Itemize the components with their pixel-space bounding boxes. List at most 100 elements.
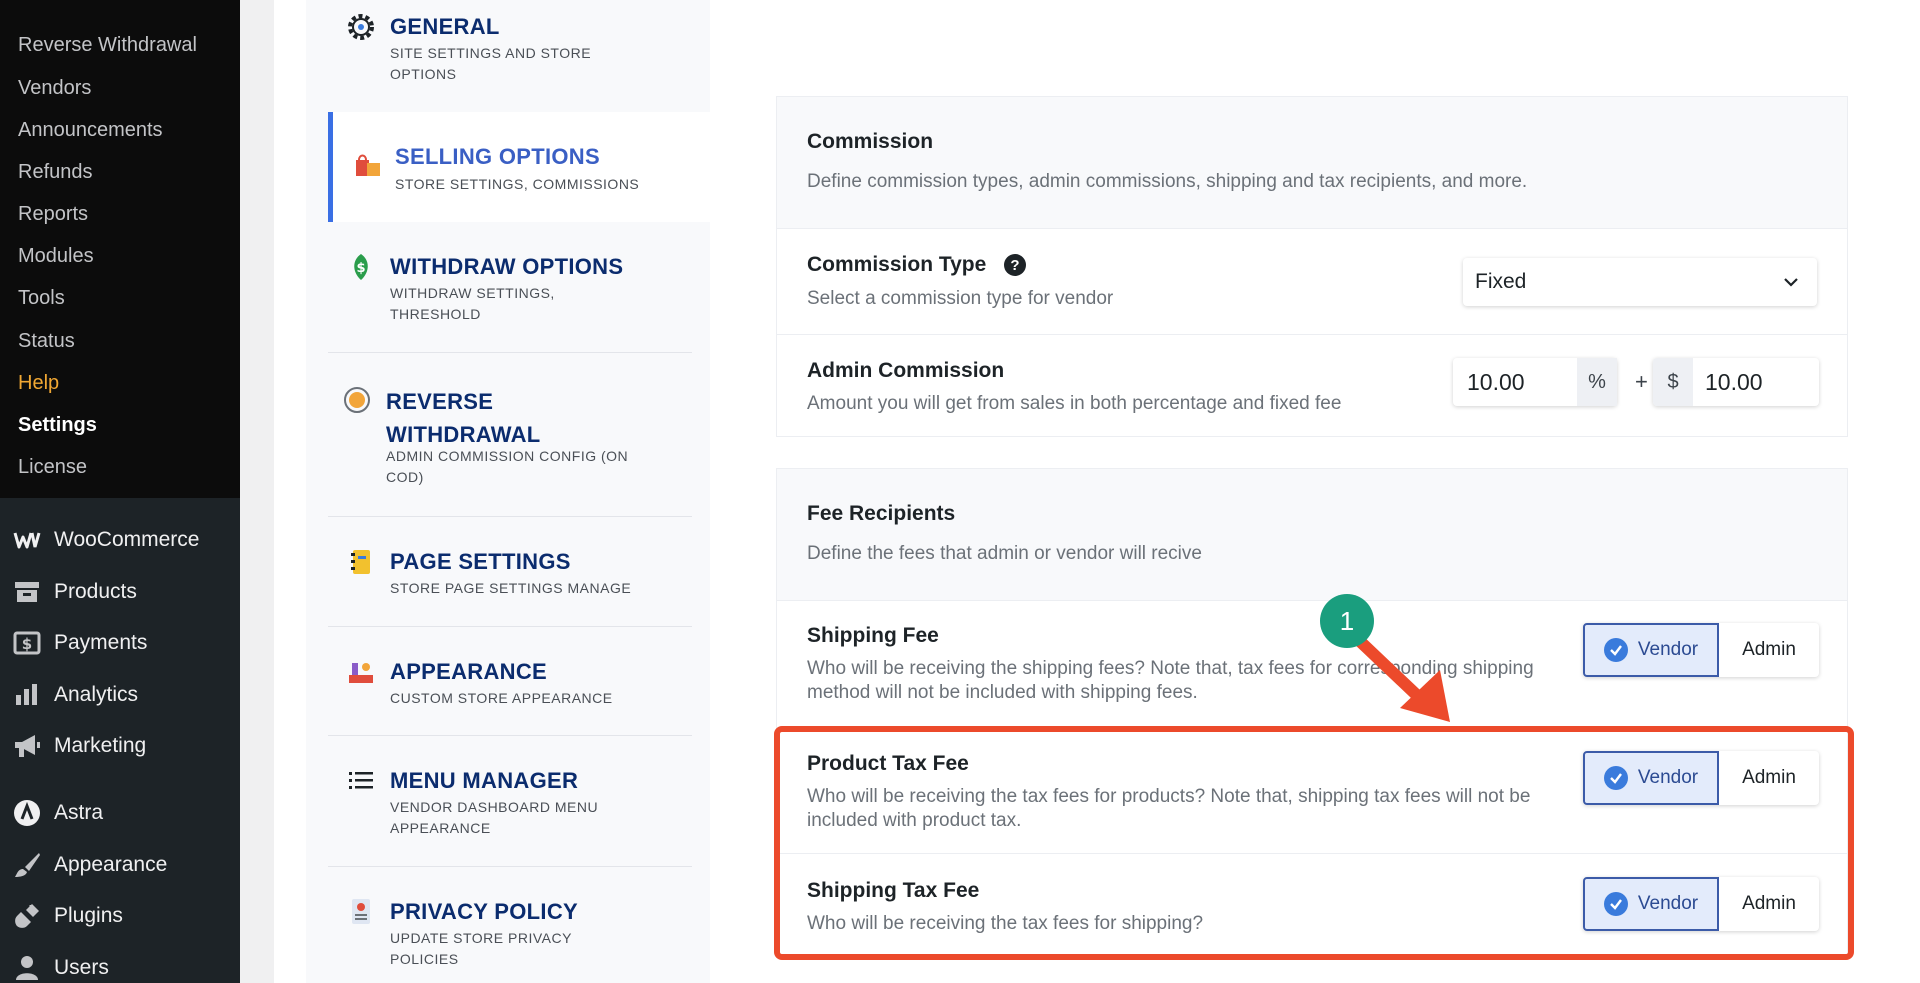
gear-icon — [348, 14, 374, 40]
commission-type-label: Commission Type — [807, 253, 987, 276]
nav-subtitle: ADMIN COMMISSION CONFIG (ON COD) — [386, 448, 629, 485]
divider — [777, 600, 1847, 601]
percent-value: 10.00 — [1467, 368, 1525, 395]
nav-page-settings[interactable]: PAGE SETTINGS STORE PAGE SETTINGS MANAGE — [328, 517, 710, 626]
nav-general[interactable]: GENERAL SITE SETTINGS AND STORE OPTIONS — [328, 0, 710, 112]
menu-payments[interactable]: $ Payments — [12, 623, 147, 663]
percent-commission-input[interactable]: 10.00 % — [1453, 358, 1617, 406]
menu-label: Payments — [54, 631, 148, 654]
submenu-license[interactable]: License — [18, 456, 87, 479]
commission-title: Commission — [807, 130, 934, 153]
submenu-vendors[interactable]: Vendors — [18, 77, 91, 100]
commission-type-description: Select a commission type for vendor — [807, 288, 1114, 309]
nav-title: PAGE SETTINGS — [390, 549, 571, 574]
nav-subtitle: CUSTOM STORE APPEARANCE — [390, 690, 613, 706]
nav-menu-manager[interactable]: MENU MANAGER VENDOR DASHBOARD MENU APPEA… — [328, 736, 710, 866]
svg-text:$: $ — [356, 261, 365, 276]
menu-label: Products — [54, 580, 137, 603]
notebook-icon — [351, 550, 370, 574]
menu-marketing[interactable]: Marketing — [12, 726, 146, 766]
fee-recipients-header: Fee Recipients Define the fees that admi… — [777, 469, 1847, 600]
fee-recipients-description: Define the fees that admin or vendor wil… — [807, 543, 1202, 564]
dollar-card-icon: $ — [12, 628, 42, 658]
astra-icon — [12, 798, 42, 828]
nav-privacy-policy[interactable]: PRIVACY POLICY UPDATE STORE PRIVACY POLI… — [328, 867, 710, 983]
menu-analytics[interactable]: Analytics — [12, 675, 138, 715]
menu-label: Analytics — [54, 683, 139, 706]
submenu-reverse-withdrawal[interactable]: Reverse Withdrawal — [18, 34, 197, 57]
archive-icon — [12, 577, 42, 607]
user-icon — [12, 953, 42, 983]
menu-products[interactable]: Products — [12, 572, 137, 612]
plus-sign: + — [1635, 369, 1648, 394]
divider — [777, 228, 1847, 229]
nav-withdraw-options[interactable]: $ WITHDRAW OPTIONS WITHDRAW SETTINGS, TH… — [328, 222, 710, 352]
admin-sidebar: Reverse Withdrawal Vendors Announcements… — [0, 0, 240, 983]
submenu-help[interactable]: Help — [18, 372, 59, 395]
menu-label: Astra — [54, 801, 104, 824]
commission-header: Commission Define commission types, admi… — [777, 97, 1847, 228]
nav-subtitle: STORE PAGE SETTINGS MANAGE — [390, 580, 632, 596]
menu-label: Marketing — [54, 734, 147, 757]
submenu-settings[interactable]: Settings — [18, 414, 97, 437]
vendor-option-label: Vendor — [1637, 639, 1699, 660]
step-badge: 1 — [1320, 594, 1374, 648]
nav-title: WITHDRAW OPTIONS — [390, 254, 624, 279]
plug-icon — [12, 901, 42, 931]
menu-label: Appearance — [54, 853, 168, 876]
nav-title: REVERSE WITHDRAWAL — [386, 389, 541, 447]
paintbrush-icon — [12, 850, 42, 880]
store-appearance-icon — [349, 663, 373, 683]
submenu-refunds[interactable]: Refunds — [18, 161, 93, 184]
money-leaf-icon: $ — [354, 254, 368, 280]
dollar-unit: $ — [1653, 358, 1693, 406]
menu-label: Plugins — [54, 904, 123, 927]
fixed-commission-input[interactable]: $ 10.00 — [1653, 358, 1819, 406]
commission-type-select[interactable]: Fixed — [1463, 258, 1817, 306]
admin-option[interactable]: Admin — [1719, 623, 1819, 677]
nav-reverse-withdrawal[interactable]: REVERSE WITHDRAWAL ADMIN COMMISSION CONF… — [328, 353, 710, 516]
nav-title: SELLING OPTIONS — [395, 144, 600, 169]
nav-selling-options[interactable]: SELLING OPTIONS STORE SETTINGS, COMMISSI… — [328, 112, 716, 222]
submenu-status[interactable]: Status — [18, 330, 75, 353]
menu-label: Users — [54, 956, 109, 979]
chevron-down-icon — [1784, 278, 1798, 287]
nav-title: GENERAL — [390, 14, 500, 39]
submenu-tools[interactable]: Tools — [18, 287, 65, 310]
shopping-bags-icon — [356, 154, 380, 176]
megaphone-icon — [12, 731, 42, 761]
bar-chart-icon — [12, 680, 42, 710]
admin-commission-description: Amount you will get from sales in both p… — [807, 393, 1342, 414]
menu-users[interactable]: Users — [12, 948, 109, 983]
commission-description: Define commission types, admin commissio… — [807, 171, 1528, 192]
submenu-announcements[interactable]: Announcements — [18, 119, 163, 142]
nav-subtitle: WITHDRAW SETTINGS, THRESHOLD — [390, 285, 555, 322]
menu-label: WooCommerce — [54, 528, 200, 551]
percent-unit: % — [1577, 358, 1617, 406]
menu-astra[interactable]: Astra — [12, 793, 103, 833]
nav-subtitle: STORE SETTINGS, COMMISSIONS — [395, 176, 640, 192]
shipping-fee-label: Shipping Fee — [807, 624, 939, 647]
reverse-coin-icon — [344, 387, 370, 413]
help-icon[interactable]: ? — [1004, 254, 1026, 276]
nav-subtitle: VENDOR DASHBOARD MENU APPEARANCE — [390, 799, 599, 836]
dokan-submenu: Reverse Withdrawal Vendors Announcements… — [0, 0, 240, 498]
submenu-modules[interactable]: Modules — [18, 245, 94, 268]
commission-card: Commission Define commission types, admi… — [776, 96, 1848, 437]
shipping-fee-toggle: Vendor Admin — [1583, 623, 1819, 677]
submenu-reports[interactable]: Reports — [18, 203, 88, 226]
menu-plugins[interactable]: Plugins — [12, 896, 123, 936]
settings-nav: GENERAL SITE SETTINGS AND STORE OPTIONS … — [306, 0, 716, 983]
nav-subtitle: UPDATE STORE PRIVACY POLICIES — [390, 930, 572, 967]
check-icon — [1603, 638, 1628, 662]
woocommerce-icon — [12, 525, 42, 555]
vendor-option[interactable]: Vendor — [1583, 623, 1719, 677]
nav-subtitle: SITE SETTINGS AND STORE OPTIONS — [390, 45, 592, 82]
nav-appearance[interactable]: APPEARANCE CUSTOM STORE APPEARANCE — [328, 627, 710, 735]
nav-title: APPEARANCE — [390, 659, 548, 684]
divider — [777, 334, 1847, 335]
nav-title: MENU MANAGER — [390, 768, 579, 793]
menu-woocommerce[interactable]: WooCommerce — [12, 520, 199, 560]
highlight-box — [774, 726, 1854, 960]
menu-appearance[interactable]: Appearance — [12, 845, 167, 885]
